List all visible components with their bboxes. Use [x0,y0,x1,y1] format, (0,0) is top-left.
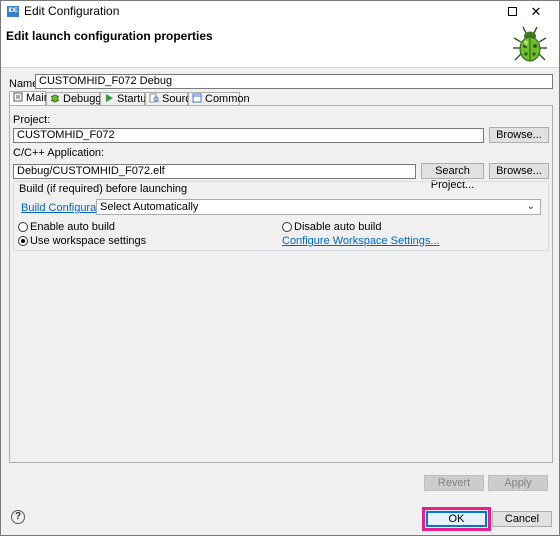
title-bar[interactable]: IDE Edit Configuration ✕ [1,1,559,22]
tab-main[interactable]: Main [9,91,50,106]
debugger-icon [50,94,60,103]
cancel-button[interactable]: Cancel [492,511,552,527]
app-label: C/C++ Application: [13,147,105,159]
app-icon: IDE [7,6,19,17]
tab-source[interactable]: Source [145,92,197,106]
main-tab-icon [13,92,23,102]
app-field[interactable]: Debug/CUSTOMHID_F072.elf [13,164,416,179]
tab-startup[interactable]: Startup [100,92,152,106]
enable-auto-build-label: Enable auto build [30,221,116,233]
ok-button[interactable]: OK [426,511,487,527]
search-project-button[interactable]: Search Project... [421,163,484,191]
build-group-label: Build (if required) before launching [19,183,188,195]
bug-icon [513,26,547,62]
help-icon[interactable]: ? [11,510,25,524]
chevron-down-icon: ⌄ [526,201,535,212]
use-workspace-settings-radio[interactable] [18,236,28,246]
window-title: Edit Configuration [24,4,120,18]
close-icon: ✕ [530,4,542,19]
header-banner: Edit launch configuration properties [1,22,559,68]
build-configuration-value: Select Automatically [100,201,199,213]
project-label: Project: [13,114,51,126]
project-field[interactable]: CUSTOMHID_F072 [13,128,484,143]
app-browse-button[interactable]: Browse... [489,163,549,179]
source-icon [149,93,159,103]
name-field[interactable]: CUSTOMHID_F072 Debug [35,74,553,89]
tab-debugger[interactable]: Debugger [46,92,111,106]
revert-button[interactable]: Revert [424,475,484,491]
tab-label: Common [205,93,250,105]
tab-common[interactable]: Common [188,92,250,106]
disable-auto-build-radio[interactable] [282,222,292,232]
startup-icon [106,94,113,102]
close-button[interactable]: ✕ [513,1,559,22]
enable-auto-build-radio[interactable] [18,222,28,232]
project-browse-button[interactable]: Browse... [489,127,549,143]
main-tab-panel: Project: CUSTOMHID_F072 Browse... C/C++ … [9,105,553,463]
common-icon [192,93,202,103]
edit-configuration-dialog: IDE Edit Configuration ✕ Edit launch con… [0,0,560,536]
build-configuration-select[interactable]: Select Automatically ⌄ [96,199,541,215]
header-title: Edit launch configuration properties [6,29,213,43]
use-workspace-settings-label: Use workspace settings [30,235,147,247]
disable-auto-build-label: Disable auto build [294,221,382,233]
apply-button[interactable]: Apply [488,475,548,491]
configure-workspace-settings-link[interactable]: Configure Workspace Settings... [282,235,440,247]
